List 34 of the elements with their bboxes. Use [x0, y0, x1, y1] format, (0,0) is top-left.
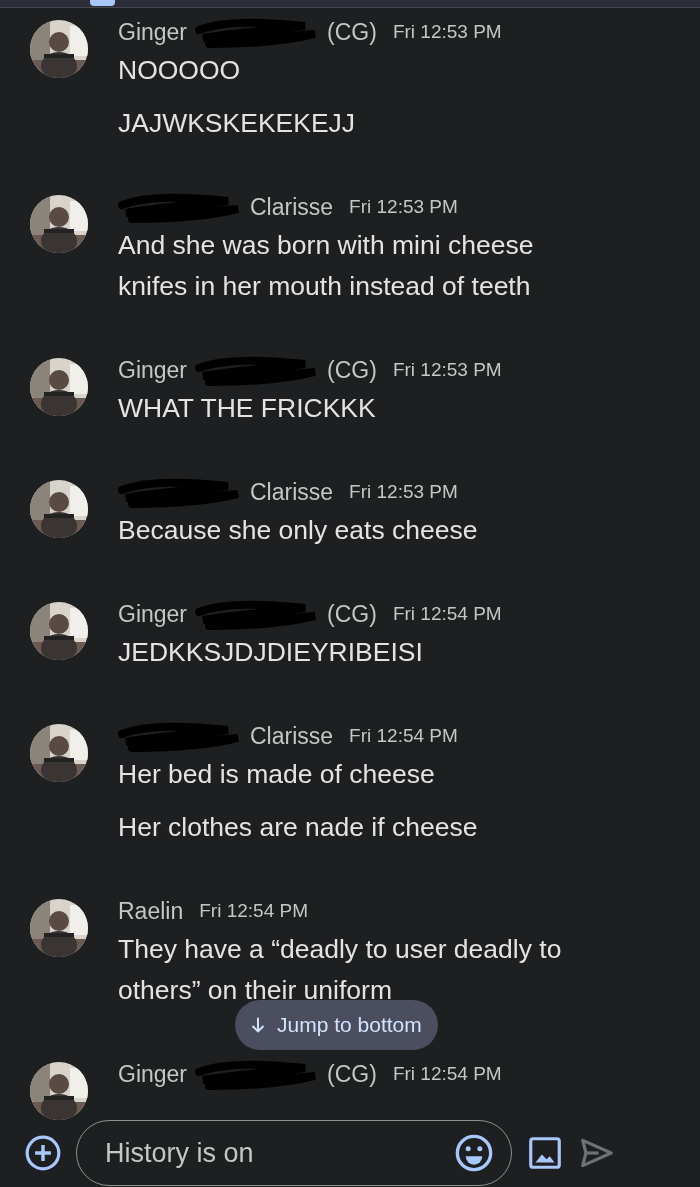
- message-text: Her bed is made of cheese: [118, 758, 436, 791]
- emoji-icon[interactable]: [454, 1133, 494, 1173]
- timestamp: Fri 12:53 PM: [349, 196, 458, 218]
- author-name: (CG): [327, 356, 377, 384]
- author-name: Ginger: [118, 356, 188, 384]
- timestamp: Fri 12:54 PM: [392, 603, 502, 625]
- author-name: (CG): [327, 1060, 377, 1088]
- image-icon[interactable]: [526, 1134, 564, 1172]
- message-text: NOOOOO: [118, 54, 242, 87]
- author-name: Ginger: [118, 600, 188, 628]
- author-name: Raelin: [118, 897, 184, 925]
- author-name: Clarisse: [250, 193, 334, 221]
- timestamp: Fri 12:54 PM: [349, 725, 458, 747]
- author-name: (CG): [327, 18, 377, 46]
- message-text: Her clothes are nade if cheese: [118, 811, 479, 844]
- author-name: Ginger: [118, 18, 188, 46]
- timestamp: Fri 12:53 PM: [392, 359, 502, 381]
- add-icon[interactable]: [24, 1134, 62, 1172]
- message-text: And she was born with mini cheese knifes in her mouth instead of teeth: [118, 229, 535, 303]
- message-text: JEDKKSJDJDIEYRIBEISI: [118, 636, 424, 669]
- message-input[interactable]: History is on: [76, 1120, 512, 1186]
- message-text: Because she only eats cheese: [118, 514, 479, 547]
- timestamp: Fri 12:54 PM: [392, 1063, 502, 1085]
- timestamp: Fri 12:54 PM: [199, 900, 308, 922]
- message-text: WHAT THE FRICKKK: [118, 392, 377, 425]
- author-name: Clarisse: [250, 478, 334, 506]
- message-text: JAJWKSKEKEKEJJ: [118, 107, 357, 140]
- timestamp: Fri 12:53 PM: [349, 481, 458, 503]
- jump-to-bottom-button[interactable]: Jump to bottom: [235, 1000, 438, 1050]
- author-name: (CG): [327, 600, 377, 628]
- tab-indicator: [90, 0, 115, 6]
- author-name: Ginger: [118, 1060, 188, 1088]
- author-name: Clarisse: [250, 722, 334, 750]
- timestamp: Fri 12:53 PM: [392, 21, 502, 43]
